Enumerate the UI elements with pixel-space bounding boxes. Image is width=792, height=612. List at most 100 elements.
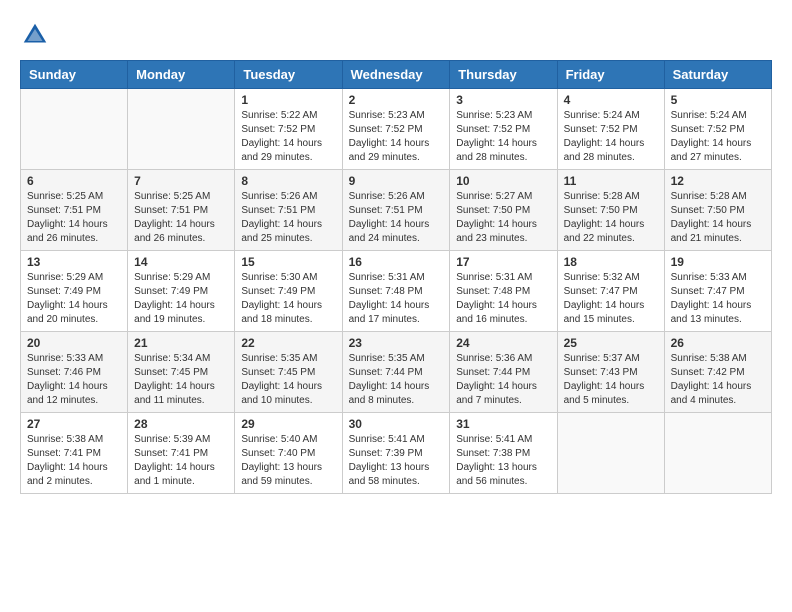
day-info: Sunrise: 5:41 AM Sunset: 7:38 PM Dayligh… [456,433,550,489]
page-header [20,20,772,50]
calendar-cell: 13 Sunrise: 5:29 AM Sunset: 7:49 PM Dayli… [21,251,128,332]
day-info: Sunrise: 5:28 AM Sunset: 7:50 PM Dayligh… [671,190,765,246]
day-number: 9 [349,174,444,188]
weekday-header-sunday: Sunday [21,61,128,89]
day-info: Sunrise: 5:26 AM Sunset: 7:51 PM Dayligh… [241,190,335,246]
calendar-cell [128,89,235,170]
calendar-cell: 4 Sunrise: 5:24 AM Sunset: 7:52 PM Daylig… [557,89,664,170]
day-number: 3 [456,93,550,107]
day-info: Sunrise: 5:23 AM Sunset: 7:52 PM Dayligh… [349,109,444,165]
day-info: Sunrise: 5:40 AM Sunset: 7:40 PM Dayligh… [241,433,335,489]
day-number: 12 [671,174,765,188]
calendar-cell: 3 Sunrise: 5:23 AM Sunset: 7:52 PM Daylig… [450,89,557,170]
calendar-cell: 6 Sunrise: 5:25 AM Sunset: 7:51 PM Daylig… [21,170,128,251]
day-info: Sunrise: 5:39 AM Sunset: 7:41 PM Dayligh… [134,433,228,489]
day-number: 4 [564,93,658,107]
weekday-header-monday: Monday [128,61,235,89]
day-number: 27 [27,417,121,431]
day-info: Sunrise: 5:30 AM Sunset: 7:49 PM Dayligh… [241,271,335,327]
calendar-cell: 11Sunrise: 5:28 AM Sunset: 7:50 PM Dayli… [557,170,664,251]
calendar-cell: 27 Sunrise: 5:38 AM Sunset: 7:41 PM Dayli… [21,413,128,494]
day-number: 5 [671,93,765,107]
day-info: Sunrise: 5:23 AM Sunset: 7:52 PM Dayligh… [456,109,550,165]
day-number: 7 [134,174,228,188]
calendar-cell: 10 Sunrise: 5:27 AM Sunset: 7:50 PM Dayli… [450,170,557,251]
day-number: 18 [564,255,658,269]
day-number: 22 [241,336,335,350]
calendar-cell: 23 Sunrise: 5:35 AM Sunset: 7:44 PM Dayli… [342,332,450,413]
day-info: Sunrise: 5:31 AM Sunset: 7:48 PM Dayligh… [349,271,444,327]
day-info: Sunrise: 5:33 AM Sunset: 7:47 PM Dayligh… [671,271,765,327]
calendar-cell: 24Sunrise: 5:36 AM Sunset: 7:44 PM Dayli… [450,332,557,413]
calendar-cell: 2 Sunrise: 5:23 AM Sunset: 7:52 PM Daylig… [342,89,450,170]
day-number: 30 [349,417,444,431]
calendar-cell: 18 Sunrise: 5:32 AM Sunset: 7:47 PM Dayli… [557,251,664,332]
day-number: 2 [349,93,444,107]
calendar-cell [664,413,771,494]
day-number: 1 [241,93,335,107]
day-number: 16 [349,255,444,269]
day-info: Sunrise: 5:35 AM Sunset: 7:45 PM Dayligh… [241,352,335,408]
calendar-week-row: 6 Sunrise: 5:25 AM Sunset: 7:51 PM Daylig… [21,170,772,251]
day-info: Sunrise: 5:26 AM Sunset: 7:51 PM Dayligh… [349,190,444,246]
day-info: Sunrise: 5:36 AM Sunset: 7:44 PM Dayligh… [456,352,550,408]
day-info: Sunrise: 5:24 AM Sunset: 7:52 PM Dayligh… [671,109,765,165]
day-number: 28 [134,417,228,431]
day-number: 10 [456,174,550,188]
weekday-header-row: SundayMondayTuesdayWednesdayThursdayFrid… [21,61,772,89]
day-number: 13 [27,255,121,269]
day-info: Sunrise: 5:29 AM Sunset: 7:49 PM Dayligh… [27,271,121,327]
day-number: 15 [241,255,335,269]
day-info: Sunrise: 5:27 AM Sunset: 7:50 PM Dayligh… [456,190,550,246]
weekday-header-thursday: Thursday [450,61,557,89]
calendar-cell: 28 Sunrise: 5:39 AM Sunset: 7:41 PM Dayli… [128,413,235,494]
calendar-cell: 17 Sunrise: 5:31 AM Sunset: 7:48 PM Dayli… [450,251,557,332]
calendar-week-row: 1 Sunrise: 5:22 AM Sunset: 7:52 PM Daylig… [21,89,772,170]
calendar-cell [21,89,128,170]
day-number: 20 [27,336,121,350]
day-number: 29 [241,417,335,431]
day-info: Sunrise: 5:33 AM Sunset: 7:46 PM Dayligh… [27,352,121,408]
day-number: 6 [27,174,121,188]
day-number: 26 [671,336,765,350]
day-number: 23 [349,336,444,350]
day-info: Sunrise: 5:38 AM Sunset: 7:42 PM Dayligh… [671,352,765,408]
day-info: Sunrise: 5:37 AM Sunset: 7:43 PM Dayligh… [564,352,658,408]
logo-icon [20,20,50,50]
day-info: Sunrise: 5:22 AM Sunset: 7:52 PM Dayligh… [241,109,335,165]
day-number: 17 [456,255,550,269]
day-info: Sunrise: 5:25 AM Sunset: 7:51 PM Dayligh… [27,190,121,246]
day-info: Sunrise: 5:34 AM Sunset: 7:45 PM Dayligh… [134,352,228,408]
day-info: Sunrise: 5:35 AM Sunset: 7:44 PM Dayligh… [349,352,444,408]
calendar-cell: 21Sunrise: 5:34 AM Sunset: 7:45 PM Dayli… [128,332,235,413]
day-info: Sunrise: 5:31 AM Sunset: 7:48 PM Dayligh… [456,271,550,327]
day-info: Sunrise: 5:38 AM Sunset: 7:41 PM Dayligh… [27,433,121,489]
calendar-cell: 25 Sunrise: 5:37 AM Sunset: 7:43 PM Dayli… [557,332,664,413]
day-number: 19 [671,255,765,269]
calendar-cell: 12 Sunrise: 5:28 AM Sunset: 7:50 PM Dayli… [664,170,771,251]
calendar-table: SundayMondayTuesdayWednesdayThursdayFrid… [20,60,772,494]
calendar-cell: 20 Sunrise: 5:33 AM Sunset: 7:46 PM Dayli… [21,332,128,413]
day-number: 8 [241,174,335,188]
weekday-header-friday: Friday [557,61,664,89]
weekday-header-wednesday: Wednesday [342,61,450,89]
calendar-cell: 26 Sunrise: 5:38 AM Sunset: 7:42 PM Dayli… [664,332,771,413]
day-info: Sunrise: 5:41 AM Sunset: 7:39 PM Dayligh… [349,433,444,489]
calendar-cell [557,413,664,494]
weekday-header-tuesday: Tuesday [235,61,342,89]
calendar-cell: 8 Sunrise: 5:26 AM Sunset: 7:51 PM Daylig… [235,170,342,251]
calendar-cell: 7Sunrise: 5:25 AM Sunset: 7:51 PM Daylig… [128,170,235,251]
day-number: 11 [564,174,658,188]
calendar-cell: 30 Sunrise: 5:41 AM Sunset: 7:39 PM Dayli… [342,413,450,494]
calendar-cell: 9 Sunrise: 5:26 AM Sunset: 7:51 PM Daylig… [342,170,450,251]
day-number: 25 [564,336,658,350]
calendar-cell: 29 Sunrise: 5:40 AM Sunset: 7:40 PM Dayli… [235,413,342,494]
day-number: 31 [456,417,550,431]
weekday-header-saturday: Saturday [664,61,771,89]
day-info: Sunrise: 5:32 AM Sunset: 7:47 PM Dayligh… [564,271,658,327]
day-number: 14 [134,255,228,269]
calendar-cell: 22 Sunrise: 5:35 AM Sunset: 7:45 PM Dayli… [235,332,342,413]
calendar-cell: 1 Sunrise: 5:22 AM Sunset: 7:52 PM Daylig… [235,89,342,170]
calendar-cell: 15 Sunrise: 5:30 AM Sunset: 7:49 PM Dayli… [235,251,342,332]
day-info: Sunrise: 5:24 AM Sunset: 7:52 PM Dayligh… [564,109,658,165]
